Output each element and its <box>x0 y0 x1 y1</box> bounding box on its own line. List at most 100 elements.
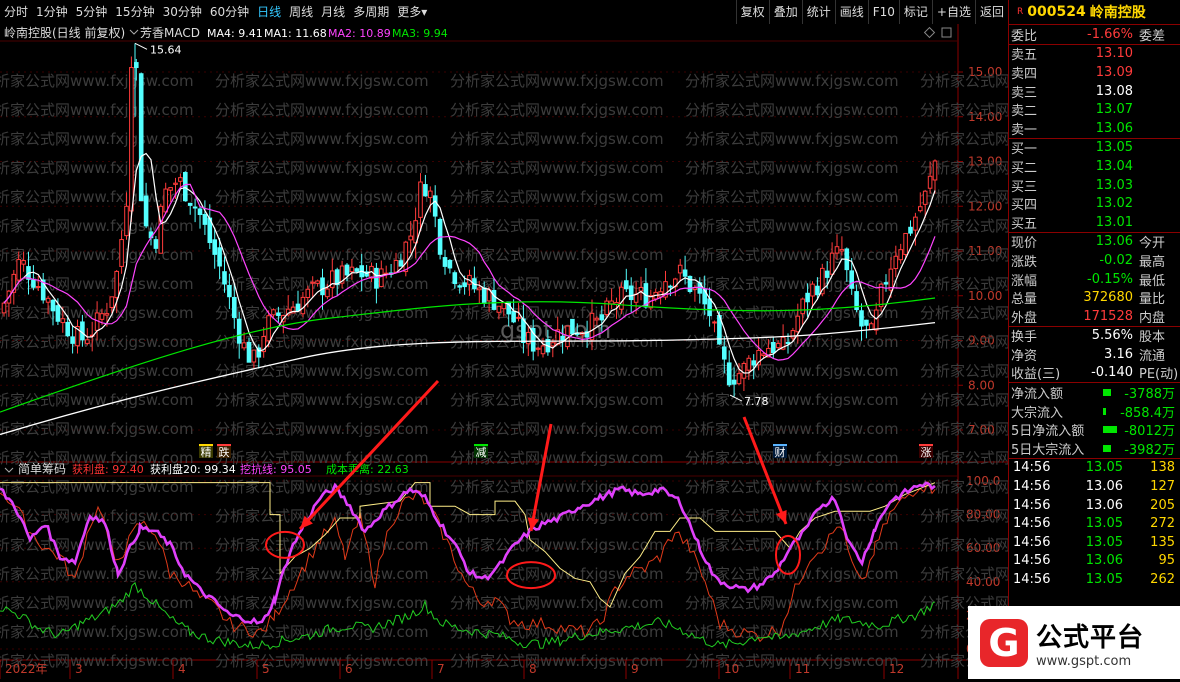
candle-body <box>129 67 134 212</box>
period-tab-8[interactable]: 月线 <box>317 0 349 24</box>
kline-chart[interactable]: 15.0014.0013.0012.0011.0010.009.008.007.… <box>0 24 1134 682</box>
info-label: 涨幅 <box>1011 273 1038 289</box>
candle-body <box>682 269 688 277</box>
period-tab-3[interactable]: 15分钟 <box>111 0 158 24</box>
candle-body <box>481 287 487 304</box>
period-tab-9[interactable]: 多周期 <box>349 0 393 24</box>
period-tab-2[interactable]: 5分钟 <box>72 0 112 24</box>
candle-body <box>374 267 379 289</box>
watermark-text: 分析家公式网www.fxjgsw.com <box>0 72 194 90</box>
info-label: 外盘 <box>1011 310 1038 326</box>
period-tab-10[interactable]: 更多▾ <box>393 0 431 24</box>
candle-body <box>447 259 453 269</box>
candle-body <box>442 257 448 267</box>
toolbar-button-0[interactable]: 复权 <box>735 0 769 24</box>
watermark-text: 分析家公式网www.fxjgsw.com <box>685 72 899 90</box>
candle-body <box>16 259 21 281</box>
info2-label: 收益(三) <box>1011 367 1061 383</box>
flow-bar <box>1103 444 1117 452</box>
period-tab-4[interactable]: 30分钟 <box>159 0 206 24</box>
signal-marker-accent <box>919 444 933 446</box>
candle-body <box>790 330 796 339</box>
toolbar-button-7[interactable]: 返回 <box>974 0 1008 24</box>
bid-row: 买五 13.01 <box>1009 213 1180 232</box>
period-tab-5[interactable]: 60分钟 <box>206 0 253 24</box>
candle-body <box>628 285 634 301</box>
toolbar-button-6[interactable]: +自选 <box>931 0 975 24</box>
candle-body <box>477 287 482 291</box>
high-price-label: 15.64 <box>150 43 182 56</box>
xaxis-label: 4 <box>178 662 186 676</box>
info2-label: 净资 <box>1011 348 1038 364</box>
ask-row: 卖五 13.10 <box>1009 45 1180 63</box>
ask-label: 卖一 <box>1011 122 1038 138</box>
flow-value: -3982万 <box>1124 442 1175 458</box>
watermark-text: 分析家公式网www.fxjgsw.com <box>0 159 194 177</box>
chart-area[interactable]: 15.00 14.00 13.00 12.00 11.00 10.00 9.00 8.00 7.… <box>0 24 1134 682</box>
candle-body <box>138 73 144 201</box>
candle-body <box>197 208 203 216</box>
candle-body <box>70 336 75 344</box>
tick-volume: 205 <box>1150 497 1175 513</box>
period-tab-6[interactable]: 日线 <box>253 0 285 24</box>
candle-body <box>276 312 281 316</box>
watermark-text: 分析家公式网www.fxjgsw.com <box>0 420 194 438</box>
candle-body <box>761 353 766 356</box>
candle-body <box>741 362 747 379</box>
flow-value: -8012万 <box>1124 424 1175 440</box>
tick-row: 14:56 13.06 95 <box>1009 552 1180 571</box>
xaxis-label: 10 <box>724 662 739 676</box>
flow-value: -858.4万 <box>1120 405 1175 421</box>
period-tab-0[interactable]: 分时 <box>0 0 32 24</box>
candle-body <box>457 285 462 288</box>
info-value: 372680 <box>1083 290 1133 306</box>
watermark-text: 分析家公式网www.fxjgsw.com <box>215 72 429 90</box>
tick-volume: 135 <box>1150 534 1175 550</box>
candle-body <box>295 303 301 312</box>
info2-value: 3.16 <box>1104 346 1133 362</box>
sub-title: 简单筹码 <box>18 462 66 476</box>
info-label-2: 今开 <box>1139 236 1166 252</box>
candle-body <box>751 360 757 366</box>
toolbar-button-3[interactable]: 画线 <box>834 0 868 24</box>
watermark-text: 分析家公式网www.fxjgsw.com <box>0 362 194 380</box>
toolbar-button-1[interactable]: 叠加 <box>768 0 802 24</box>
candle-body <box>839 248 845 252</box>
candle-body <box>496 305 502 313</box>
watermark-text: 分析家公式网www.fxjgsw.com <box>0 391 194 409</box>
candle-body <box>428 190 433 199</box>
bid-label: 买二 <box>1011 160 1038 176</box>
period-tab-1[interactable]: 1分钟 <box>32 0 72 24</box>
candle-body <box>222 271 227 285</box>
candle-body <box>800 298 806 315</box>
candle-body <box>883 282 889 285</box>
candle-body <box>423 184 428 197</box>
candle-body <box>178 177 183 182</box>
toolbar-button-4[interactable]: F10 <box>867 0 899 24</box>
info2-row: 换手 5.56% 股本 <box>1009 327 1180 345</box>
watermark-text: 分析家公式网www.fxjgsw.com <box>0 623 194 641</box>
candle-body <box>310 281 315 284</box>
period-tab-7[interactable]: 周线 <box>285 0 317 24</box>
watermark-text: 分析家公式网www.fxjgsw.com <box>215 507 429 525</box>
flow-row: 净流入额 -3788万 <box>1009 383 1180 402</box>
toolbar-button-2[interactable]: 统计 <box>801 0 835 24</box>
tick-time: 14:56 <box>1013 516 1051 532</box>
watermark-text: 分析家公式网www.fxjgsw.com <box>0 594 194 612</box>
candle-body <box>432 195 438 217</box>
toolbar-button-5[interactable]: 标记 <box>898 0 932 24</box>
watermark-text: 分析家公式网www.fxjgsw.com <box>215 159 429 177</box>
candle-body <box>50 299 56 312</box>
info2-label-2: 流通 <box>1139 348 1166 364</box>
watermark-text: 分析家公式网www.fxjgsw.com <box>920 420 1008 438</box>
watermark-text: 分析家公式网www.fxjgsw.com <box>920 333 1008 351</box>
candle-body <box>168 187 173 191</box>
info-label: 涨跌 <box>1011 254 1038 270</box>
ask-label: 卖二 <box>1011 104 1038 120</box>
tick-volume: 138 <box>1150 460 1175 476</box>
watermark-text: 分析家公式网www.fxjgsw.com <box>0 101 194 119</box>
candle-body <box>893 255 899 270</box>
candle-body <box>408 235 413 241</box>
candle-body <box>815 285 820 296</box>
watermark-text: 分析家公式网www.fxjgsw.com <box>450 362 664 380</box>
